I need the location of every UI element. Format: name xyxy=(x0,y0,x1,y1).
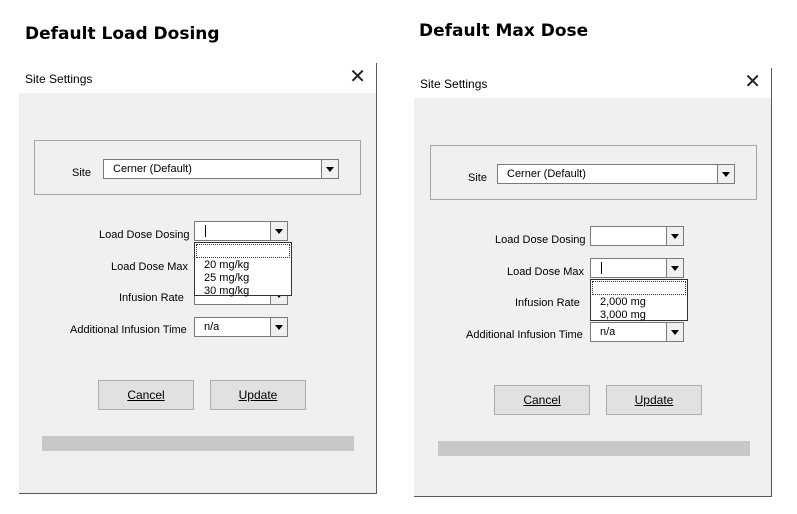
progress-bar xyxy=(42,436,354,451)
chevron-down-icon[interactable] xyxy=(321,160,338,178)
left-load-dose-dosing-select[interactable] xyxy=(194,221,288,241)
right-site-groupbox: Site Cerner (Default) xyxy=(430,145,757,200)
right-load-dose-dosing-label: Load Dose Dosing xyxy=(495,234,586,246)
left-site-label: Site xyxy=(72,167,91,179)
update-button[interactable]: Update xyxy=(606,385,702,415)
dropdown-blank-option[interactable] xyxy=(196,244,290,258)
left-site-select[interactable]: Cerner (Default) xyxy=(103,159,339,179)
chevron-down-icon[interactable] xyxy=(666,323,683,341)
left-additional-infusion-time-label: Additional Infusion Time xyxy=(70,324,187,336)
right-load-dose-max-dropdown[interactable]: 2,000 mg 3,000 mg xyxy=(590,279,688,321)
left-load-dose-dosing-label: Load Dose Dosing xyxy=(99,229,190,241)
left-additional-infusion-time-select[interactable]: n/a xyxy=(194,317,288,337)
right-load-dose-max-label: Load Dose Max xyxy=(507,266,585,278)
right-additional-infusion-time-select[interactable]: n/a xyxy=(590,322,684,342)
dropdown-option[interactable]: 20 mg/kg xyxy=(195,259,291,272)
right-site-settings-dialog: Site Settings ✕ Site Cerner (Default) Lo… xyxy=(414,68,772,497)
chevron-down-icon[interactable] xyxy=(270,318,287,336)
left-site-value: Cerner (Default) xyxy=(113,163,192,175)
text-cursor xyxy=(601,262,602,274)
left-site-groupbox: Site Cerner (Default) xyxy=(34,140,361,195)
cancel-button[interactable]: Cancel xyxy=(98,380,194,410)
right-additional-infusion-time-value: n/a xyxy=(600,326,616,338)
update-button[interactable]: Update xyxy=(210,380,306,410)
cancel-button[interactable]: Cancel xyxy=(494,385,590,415)
right-load-dose-max-select[interactable] xyxy=(590,258,684,278)
dropdown-option[interactable]: 25 mg/kg xyxy=(195,272,291,285)
right-site-select[interactable]: Cerner (Default) xyxy=(497,164,735,184)
right-site-value: Cerner (Default) xyxy=(507,168,586,180)
right-additional-infusion-time-label: Additional Infusion Time xyxy=(466,329,583,341)
right-dialog-title: Site Settings xyxy=(420,77,488,91)
right-site-label: Site xyxy=(468,172,487,184)
left-site-settings-dialog: Site Settings ✕ Site Cerner (Default) Lo… xyxy=(19,63,377,494)
left-load-dose-max-label: Load Dose Max xyxy=(111,261,189,273)
text-cursor xyxy=(205,225,206,237)
right-infusion-rate-label: Infusion Rate xyxy=(515,297,580,309)
left-dialog-titlebar: Site Settings ✕ xyxy=(19,63,376,93)
progress-bar xyxy=(438,441,750,456)
dropdown-option[interactable]: 3,000 mg xyxy=(591,309,687,322)
chevron-down-icon[interactable] xyxy=(666,259,683,277)
right-dialog-titlebar: Site Settings ✕ xyxy=(414,68,771,98)
chevron-down-icon[interactable] xyxy=(270,222,287,240)
left-load-dose-dosing-dropdown[interactable]: 20 mg/kg 25 mg/kg 30 mg/kg xyxy=(194,242,292,298)
dropdown-blank-option[interactable] xyxy=(592,281,686,295)
dropdown-option[interactable]: 30 mg/kg xyxy=(195,285,291,298)
chevron-down-icon[interactable] xyxy=(666,227,683,245)
right-load-dose-dosing-select[interactable] xyxy=(590,226,684,246)
left-infusion-rate-label: Infusion Rate xyxy=(119,292,184,304)
right-heading: Default Max Dose xyxy=(419,21,589,41)
close-icon[interactable]: ✕ xyxy=(744,70,761,94)
left-additional-infusion-time-value: n/a xyxy=(204,321,220,333)
left-heading: Default Load Dosing xyxy=(25,24,220,44)
left-dialog-title: Site Settings xyxy=(25,72,93,86)
dropdown-option[interactable]: 2,000 mg xyxy=(591,296,687,309)
close-icon[interactable]: ✕ xyxy=(349,65,366,89)
chevron-down-icon[interactable] xyxy=(717,165,734,183)
